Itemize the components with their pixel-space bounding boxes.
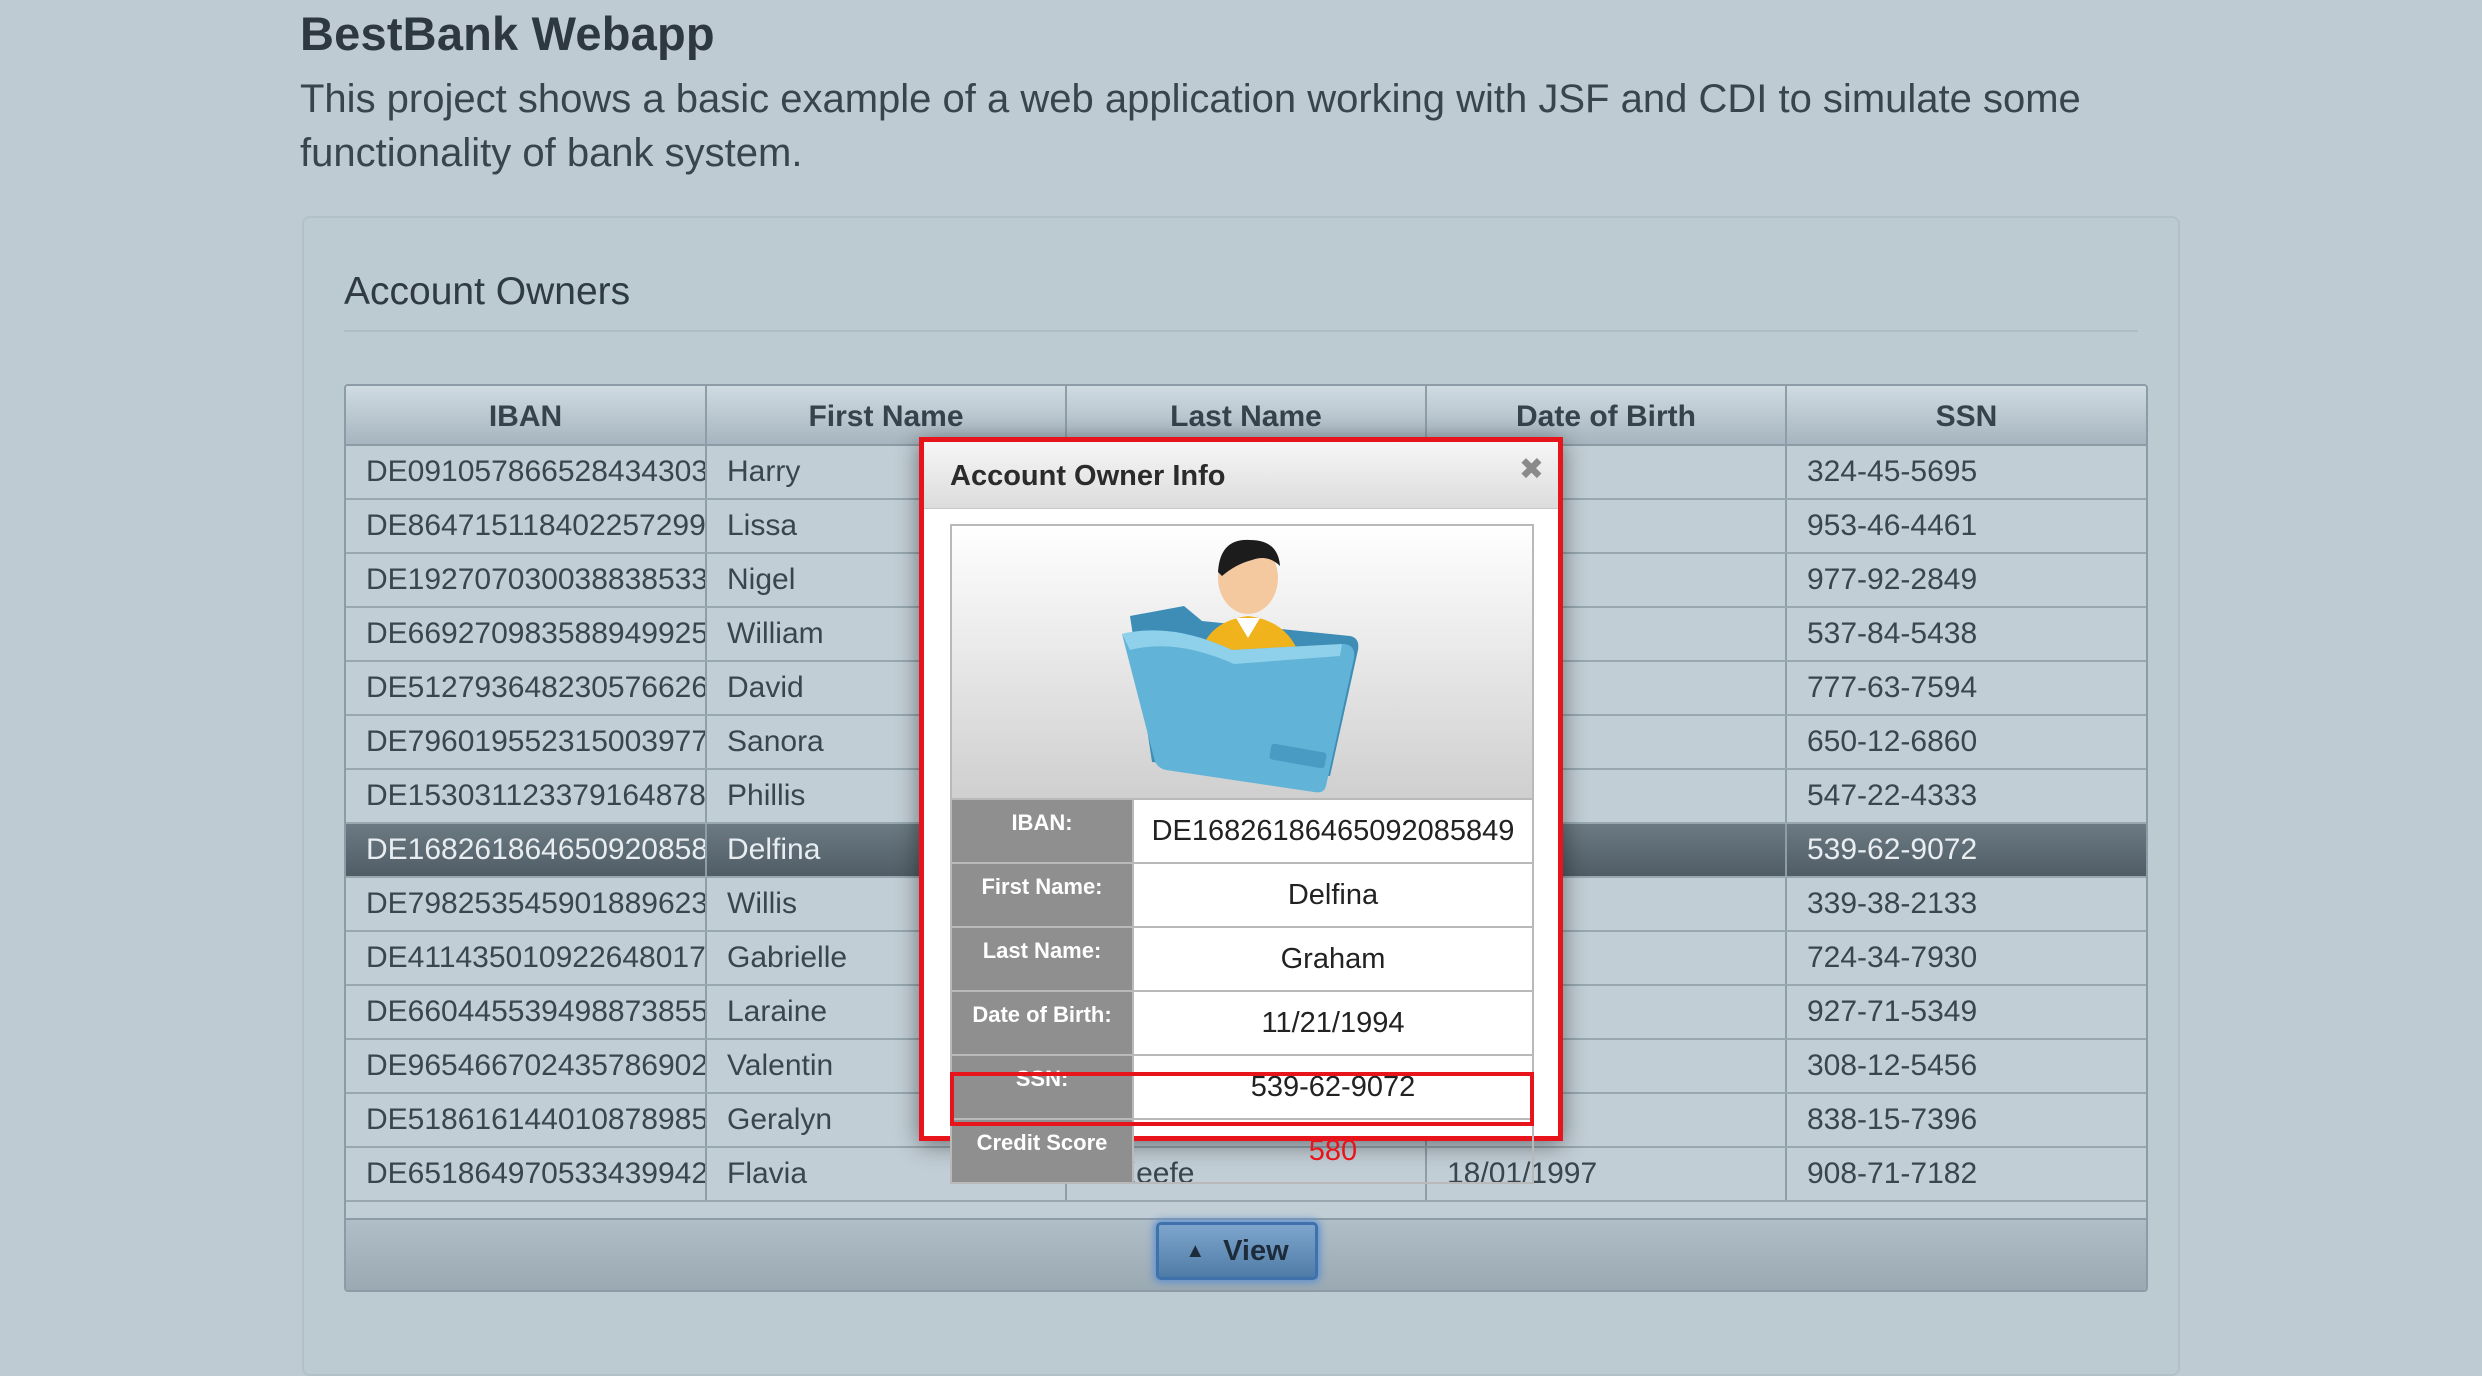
- cell-ssn: 547-22-4333: [1786, 769, 2146, 824]
- table-footer: ▲ View: [346, 1218, 2146, 1290]
- dialog-title: Account Owner Info: [950, 460, 1226, 492]
- cell-ssn: 324-45-5695: [1786, 445, 2146, 500]
- dialog-header: Account Owner Info ✖: [924, 442, 1558, 509]
- column-header-ssn[interactable]: SSN: [1786, 386, 2146, 446]
- info-row-last-name: Last Name: Graham: [952, 927, 1532, 992]
- info-label: Credit Score: [952, 1119, 1134, 1182]
- info-value-date-of-birth: 11/21/1994: [1133, 991, 1532, 1056]
- owner-info-table: IBAN: DE16826186465092085849 First Name:…: [952, 800, 1532, 1182]
- cell-iban: DE51279364823057662681: [346, 661, 707, 716]
- cell-iban: DE86471511840225729992: [346, 499, 707, 554]
- cell-iban: DE09105786652843430388: [346, 445, 707, 500]
- info-row-iban: IBAN: DE16826186465092085849: [952, 800, 1532, 864]
- panel-heading: Account Owners: [344, 270, 631, 313]
- cell-iban: DE41143501092264801771: [346, 931, 707, 986]
- info-row-ssn: SSN: 539-62-9072: [952, 1055, 1532, 1120]
- cell-iban: DE79825354590188962305: [346, 877, 707, 932]
- cell-iban: DE15303112337916487864: [346, 769, 707, 824]
- cell-ssn: 838-15-7396: [1786, 1093, 2146, 1148]
- cell-ssn: 537-84-5438: [1786, 607, 2146, 662]
- view-button[interactable]: ▲ View: [1156, 1222, 1318, 1280]
- cell-iban: DE19270703003883853379: [346, 553, 707, 608]
- close-icon[interactable]: ✖: [1519, 452, 1544, 487]
- cell-iban: DE51861614401087898569: [346, 1093, 707, 1148]
- cell-ssn: 339-38-2133: [1786, 877, 2146, 932]
- info-value-first-name: Delfina: [1133, 863, 1532, 928]
- dialog-body: IBAN: DE16826186465092085849 First Name:…: [950, 524, 1534, 1184]
- info-value-last-name: Graham: [1133, 927, 1532, 992]
- view-button-label: View: [1223, 1234, 1289, 1267]
- customer-folder-icon: [1122, 539, 1359, 793]
- info-label: First Name:: [952, 863, 1134, 928]
- info-value-credit-score: 580: [1308, 1134, 1358, 1167]
- info-value-iban: DE16826186465092085849: [1133, 800, 1532, 864]
- cell-iban: DE79601955231500397775: [346, 715, 707, 770]
- info-label: IBAN:: [952, 800, 1134, 864]
- info-label: Last Name:: [952, 927, 1134, 992]
- chevron-up-icon: ▲: [1185, 1239, 1206, 1262]
- info-row-credit-score: Credit Score 580: [952, 1119, 1532, 1182]
- info-value-ssn: 539-62-9072: [1133, 1055, 1532, 1120]
- cell-iban: DE66927098358894992552: [346, 607, 707, 662]
- account-owner-info-dialog: Account Owner Info ✖ IBAN: DE16826186465…: [919, 437, 1563, 1184]
- column-header-iban[interactable]: IBAN: [346, 386, 707, 446]
- app-title: BestBank Webapp: [300, 7, 715, 60]
- customer-photo: [952, 526, 1532, 800]
- cell-iban: DE16826186465092085849: [346, 823, 707, 878]
- cell-iban: DE96546670243578690265: [346, 1039, 707, 1094]
- cell-iban: DE66044553949887385520: [346, 985, 707, 1040]
- cell-ssn: 308-12-5456: [1786, 1039, 2146, 1094]
- cell-ssn: 650-12-6860: [1786, 715, 2146, 770]
- info-row-first-name: First Name: Delfina: [952, 863, 1532, 928]
- info-label: SSN:: [952, 1055, 1134, 1120]
- cell-ssn: 724-34-7930: [1786, 931, 2146, 986]
- cell-ssn: 927-71-5349: [1786, 985, 2146, 1040]
- app-description: This project shows a basic example of a …: [300, 77, 2081, 175]
- info-label: Date of Birth:: [952, 991, 1134, 1056]
- cell-ssn: 953-46-4461: [1786, 499, 2146, 554]
- cell-ssn: 977-92-2849: [1786, 553, 2146, 608]
- cell-ssn: 777-63-7594: [1786, 661, 2146, 716]
- cell-ssn: 908-71-7182: [1786, 1147, 2146, 1202]
- info-row-date-of-birth: Date of Birth: 11/21/1994: [952, 991, 1532, 1056]
- panel-divider: [344, 330, 2138, 332]
- cell-iban: DE65186497053343994251: [346, 1147, 707, 1202]
- cell-ssn: 539-62-9072: [1786, 823, 2146, 878]
